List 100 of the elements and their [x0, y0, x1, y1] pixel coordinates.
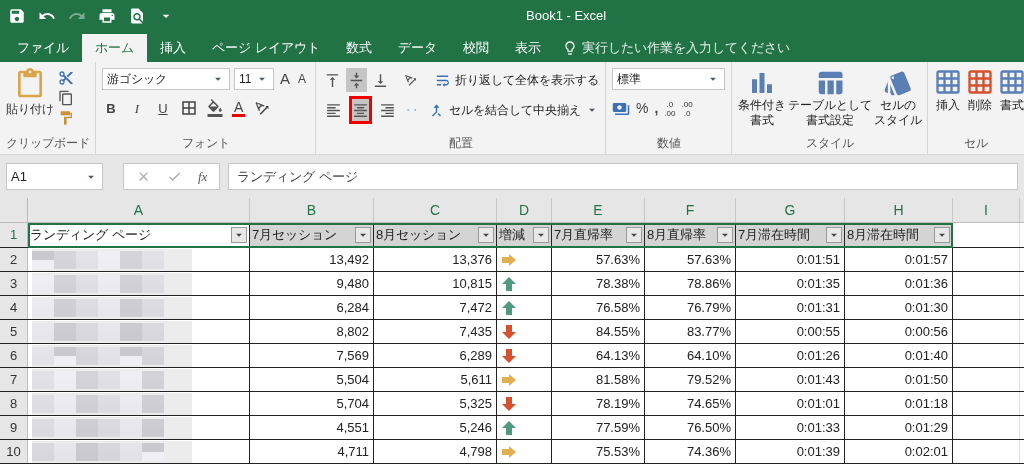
filter-button[interactable]: [355, 227, 371, 243]
group-label: フォント: [180, 136, 231, 152]
name-box[interactable]: A1: [6, 163, 103, 190]
ribbon-tab[interactable]: ファイル: [4, 34, 82, 62]
filter-button[interactable]: [626, 227, 642, 243]
table-cell: 75.53%: [552, 440, 645, 463]
table-cell: 10,815: [374, 272, 497, 295]
table-cell: 4,551: [250, 416, 374, 439]
tell-me-field[interactable]: 実行したい作業を入力してください: [553, 34, 798, 62]
borders-icon[interactable]: [180, 99, 198, 118]
table-cell: 5,704: [250, 392, 374, 415]
table-cell: 64.10%: [645, 344, 736, 367]
cells-button[interactable]: 削除: [966, 68, 994, 114]
column-header: C: [374, 198, 497, 222]
align-center-button[interactable]: [349, 96, 372, 124]
ribbon-tab[interactable]: ホーム: [82, 34, 147, 62]
ribbon-tab[interactable]: 挿入: [147, 34, 199, 62]
wrap-text-button[interactable]: 折り返して全体を表示する: [434, 71, 599, 89]
table-header-cell: 8月滞在時間: [845, 223, 953, 247]
printer-icon[interactable]: [98, 7, 116, 25]
table-cell: 0:00:55: [736, 320, 845, 343]
group-label: スタイル: [804, 136, 855, 152]
row-header: 3: [0, 272, 28, 295]
ribbon-tab[interactable]: 表示: [501, 34, 554, 62]
table-cell: 77.59%: [552, 416, 645, 439]
decrease-decimal-button[interactable]: .00 .0: [681, 99, 693, 118]
font-style-button[interactable]: U: [154, 98, 172, 118]
style-button[interactable]: セルの スタイル: [874, 68, 922, 128]
table-cell: 0:00:56: [845, 320, 953, 343]
style-button[interactable]: 条件付き 書式: [738, 68, 786, 128]
ribbon-tab[interactable]: ページ レイアウト: [199, 34, 333, 62]
print-preview-icon[interactable]: [128, 7, 146, 25]
filter-button[interactable]: [478, 227, 494, 243]
fill-color-icon[interactable]: [206, 99, 224, 118]
table-cell: 0:01:31: [736, 296, 845, 319]
table-cell: 64.13%: [552, 344, 645, 367]
column-header: E: [552, 198, 645, 222]
filter-button[interactable]: [533, 227, 549, 243]
filter-button[interactable]: [826, 227, 842, 243]
table-cell: 5,325: [374, 392, 497, 415]
filter-button[interactable]: [231, 227, 247, 243]
paste-button[interactable]: 貼り付け: [6, 68, 54, 126]
align-left-icon: [325, 101, 342, 119]
row-header: 1: [0, 223, 28, 247]
copy-icon[interactable]: [58, 90, 74, 106]
formula-field[interactable]: ランディング ページ: [228, 163, 1018, 190]
table-header-cell: 8月セッション: [374, 223, 497, 247]
table-cell: 0:01:39: [736, 440, 845, 463]
column-header: I: [953, 198, 1020, 222]
font-color-button[interactable]: A: [232, 99, 246, 117]
table-header-cell: 7月直帰率: [552, 223, 645, 247]
table-cell: 74.36%: [645, 440, 736, 463]
table-cell: 0:01:35: [736, 272, 845, 295]
font-size-field[interactable]: 11: [234, 68, 274, 91]
table-cell: 5,246: [374, 416, 497, 439]
ribbon-tab[interactable]: データ: [384, 34, 450, 62]
number-format-field[interactable]: 標準: [612, 68, 725, 90]
table-cell: 79.52%: [645, 368, 736, 391]
insert-function-button[interactable]: fx: [198, 166, 208, 187]
scissors-icon[interactable]: [58, 70, 74, 86]
table-cell: 83.77%: [645, 320, 736, 343]
row-header: 4: [0, 296, 28, 319]
table-cell: 76.79%: [645, 296, 736, 319]
table-cell: 78.86%: [645, 272, 736, 295]
increase-decimal-button[interactable]: .0 .00: [664, 99, 676, 118]
merge-center-button[interactable]: セルを結合して中央揃え: [428, 101, 599, 119]
grid-icon: [934, 68, 962, 96]
table-cell: 7,569: [250, 344, 374, 367]
font-style-button[interactable]: B: [102, 98, 120, 118]
table-cell: 78.38%: [552, 272, 645, 295]
font-style-button[interactable]: I: [128, 98, 146, 118]
cells-button[interactable]: 書式: [998, 68, 1024, 114]
cells-button[interactable]: 挿入: [934, 68, 962, 114]
shrink-font-button[interactable]: A: [296, 70, 309, 89]
table-header-cell: 8月直帰率: [645, 223, 736, 247]
ribbon-tab[interactable]: 数式: [332, 34, 385, 62]
save-icon[interactable]: [8, 7, 26, 25]
style-button[interactable]: テーブルとして 書式設定: [788, 68, 872, 128]
row-header: 10: [0, 440, 28, 463]
filter-button[interactable]: [934, 227, 950, 243]
percent-button[interactable]: %: [636, 98, 649, 119]
table-cell: 7,472: [374, 296, 497, 319]
table-cell: 74.65%: [645, 392, 736, 415]
group-label: セル: [963, 136, 989, 152]
row-header: 8: [0, 392, 28, 415]
table-cell: 0:01:43: [736, 368, 845, 391]
filter-button[interactable]: [717, 227, 733, 243]
grow-font-button[interactable]: A: [278, 68, 292, 91]
font-name-field[interactable]: 游ゴシック: [102, 68, 230, 91]
table-cell: 5,504: [250, 368, 374, 391]
table-cell: 57.63%: [552, 248, 645, 271]
group-label: 数値: [655, 136, 682, 152]
comma-button[interactable]: ,: [654, 98, 659, 119]
table-cell: 0:02:01: [845, 440, 953, 463]
align-right-icon: [379, 101, 396, 119]
ribbon-tab[interactable]: 校閲: [449, 34, 502, 62]
align-middle-button[interactable]: [346, 68, 367, 92]
align-center-icon: [352, 101, 369, 119]
table-cell: 0:01:40: [845, 344, 953, 367]
table-cell: 4,711: [250, 440, 374, 463]
